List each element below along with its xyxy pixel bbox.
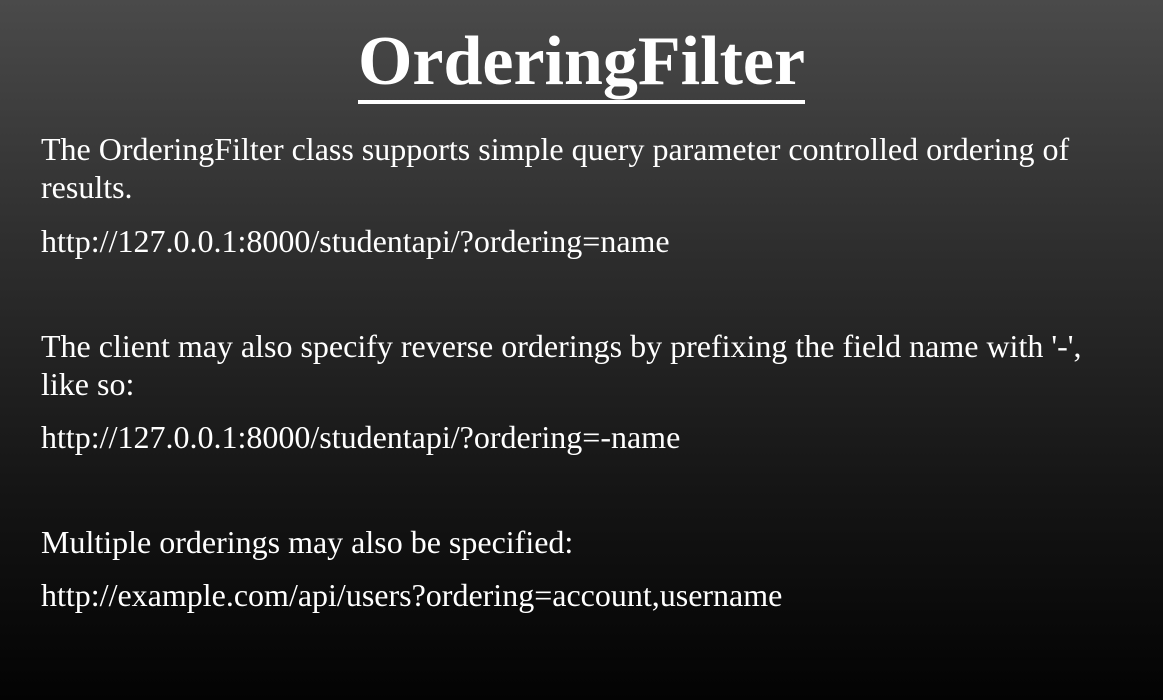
reverse-ordering-example-url: http://127.0.0.1:8000/studentapi/?orderi… [41, 419, 681, 455]
ordering-description-paragraph: The OrderingFilter class supports simple… [41, 131, 1070, 205]
multiple-orderings-paragraph: Multiple orderings may also be specified… [41, 524, 574, 560]
multiple-orderings-example-url: http://example.com/api/users?ordering=ac… [41, 577, 783, 613]
reverse-ordering-paragraph: The client may also specify reverse orde… [41, 328, 1082, 402]
ordering-example-url: http://127.0.0.1:8000/studentapi/?orderi… [41, 223, 670, 259]
slide-title-text: OrderingFilter [357, 23, 806, 104]
presentation-slide: OrderingFilter The OrderingFilter class … [0, 0, 1163, 700]
slide-title: OrderingFilter [0, 22, 1163, 104]
